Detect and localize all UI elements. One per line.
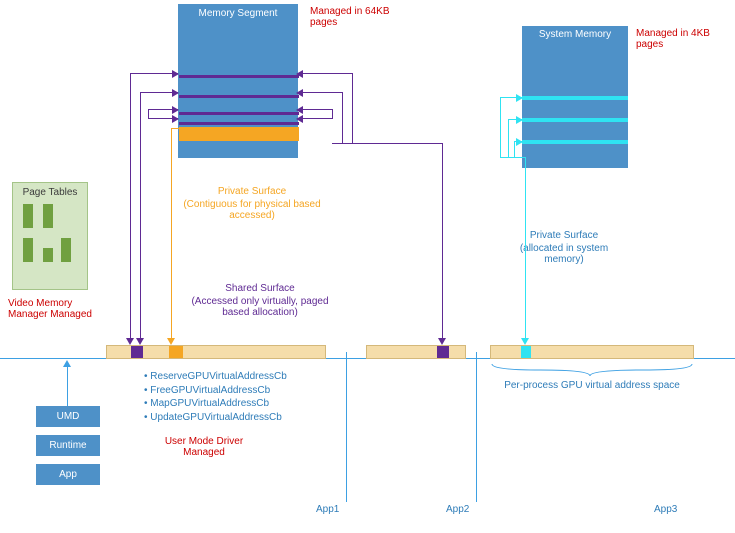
sys-band-2 (522, 118, 628, 122)
app1-private-alloc (169, 346, 183, 358)
conn-cyan-arrow (516, 116, 523, 124)
divider-app1 (346, 352, 347, 502)
app1-address-space (106, 345, 326, 359)
conn-cyan (514, 141, 515, 157)
pt-cell (23, 238, 33, 262)
api-item: UpdateGPUVirtualAddressCb (144, 411, 324, 425)
driver-stack: UMD Runtime App (36, 406, 100, 493)
conn-purple (298, 109, 332, 110)
app1-label: App1 (316, 504, 339, 515)
app3-label: App3 (654, 504, 677, 515)
app3-sys-alloc (521, 346, 531, 358)
conn-purple-arrow (126, 338, 134, 345)
conn-purple (332, 143, 442, 144)
conn-purple-arrow (438, 338, 446, 345)
api-list: ReserveGPUVirtualAddressCb FreeGPUVirtua… (144, 370, 324, 424)
app2-label: App2 (446, 504, 469, 515)
memory-segment-title: Memory Segment (179, 5, 297, 19)
conn-purple-arrow (296, 89, 303, 97)
page-tables-box: Page Tables (12, 182, 88, 290)
conn-cyan-arrow (516, 94, 523, 102)
priv-surf-sys-title: Private Surface (504, 230, 624, 241)
mem-managed-label: Managed in 64KB pages (310, 6, 410, 28)
conn-cyan-arrow (521, 338, 529, 345)
conn-cyan (500, 157, 525, 158)
conn-purple-arrow (296, 115, 303, 123)
conn-purple (342, 92, 343, 143)
conn-purple (442, 143, 443, 339)
pt-cell (43, 204, 53, 228)
conn-purple (298, 73, 352, 74)
priv-surf-mem-title: Private Surface (192, 186, 312, 197)
pt-cell (23, 204, 33, 228)
mem-band-purple-4 (179, 122, 299, 125)
api-item: FreeGPUVirtualAddressCb (144, 384, 324, 398)
pt-cell (43, 248, 53, 262)
shared-surf-title: Shared Surface (195, 283, 325, 294)
divider-app2 (476, 352, 477, 502)
page-tables-grid (17, 204, 83, 270)
pt-cell (61, 238, 71, 262)
shared-surf-sub: (Accessed only virtually, paged based al… (183, 296, 337, 318)
conn-purple (130, 73, 178, 74)
priv-surf-sys-sub: (allocated in system memory) (504, 243, 624, 265)
conn-purple (130, 73, 131, 339)
conn-purple-arrow (172, 115, 179, 123)
mem-band-purple-3 (179, 112, 299, 115)
app3-address-space (490, 345, 694, 359)
sys-band-3 (522, 140, 628, 144)
conn-purple-arrow (136, 338, 144, 345)
conn-purple (298, 118, 332, 119)
conn-purple (298, 92, 342, 93)
mem-band-orange (179, 127, 299, 141)
umd-arrow-head (63, 360, 71, 367)
conn-purple-arrow (172, 106, 179, 114)
priv-surf-mem-sub: (Contiguous for physical based accessed) (182, 199, 322, 221)
api-item: ReserveGPUVirtualAddressCb (144, 370, 324, 384)
conn-purple-arrow (172, 89, 179, 97)
stack-runtime: Runtime (36, 435, 100, 456)
api-managed-label: User Mode Driver Managed (144, 436, 264, 458)
sys-band-1 (522, 96, 628, 100)
conn-orange (171, 128, 179, 129)
brace-icon (490, 362, 694, 378)
app1-shared-alloc (131, 346, 143, 358)
mem-band-purple-2 (179, 95, 299, 98)
conn-cyan (525, 157, 526, 339)
system-memory-box: System Memory (522, 26, 628, 168)
api-item: MapGPUVirtualAddressCb (144, 397, 324, 411)
system-memory-title: System Memory (522, 26, 628, 40)
conn-purple-arrow (296, 106, 303, 114)
mem-band-purple-1 (179, 75, 299, 78)
conn-cyan (508, 119, 509, 157)
conn-orange-arrow (167, 338, 175, 345)
conn-purple-arrow (172, 70, 179, 78)
conn-purple (140, 92, 141, 339)
conn-cyan (500, 97, 501, 157)
conn-purple-arrow (296, 70, 303, 78)
stack-app: App (36, 464, 100, 485)
umd-arrow-line (67, 366, 68, 406)
conn-orange (171, 128, 172, 339)
app2-shared-alloc (437, 346, 449, 358)
sys-managed-label: Managed in 4KB pages (636, 28, 735, 50)
conn-cyan-arrow (516, 138, 523, 146)
conn-purple (332, 109, 333, 119)
per-process-label: Per-process GPU virtual address space (492, 380, 692, 391)
page-tables-manager-label: Video Memory Manager Managed (8, 298, 98, 320)
memory-segment-box: Memory Segment (178, 4, 298, 158)
conn-purple (352, 73, 353, 143)
app2-address-space (366, 345, 466, 359)
page-tables-title: Page Tables (17, 187, 83, 198)
stack-umd: UMD (36, 406, 100, 427)
